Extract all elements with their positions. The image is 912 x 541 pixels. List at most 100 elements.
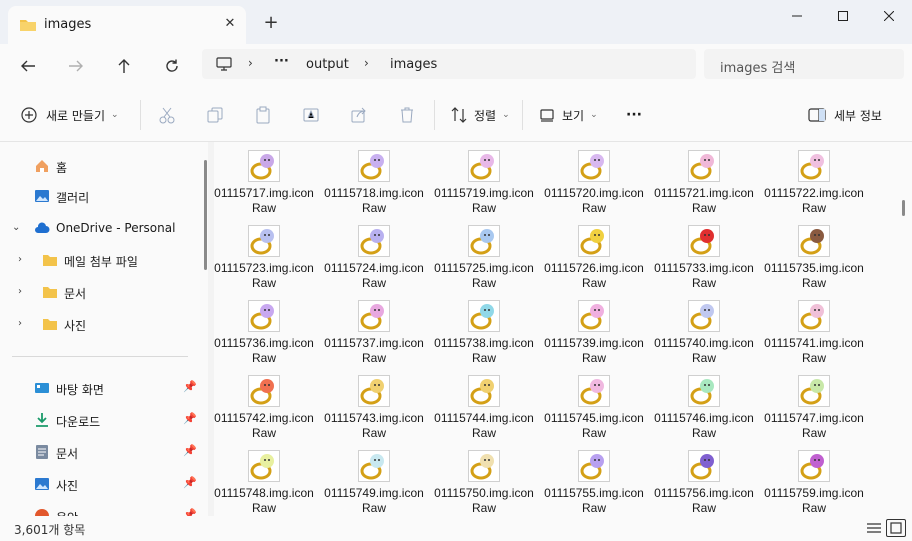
file-item[interactable]: 01115719.img.iconRaw [434, 146, 534, 218]
home-icon [36, 160, 48, 172]
path-box[interactable]: › ··· output › images [202, 49, 696, 79]
sidebar-scrollbar[interactable] [204, 160, 207, 270]
new-button[interactable]: 새로 만들기 ⌄ [20, 104, 119, 126]
folder-icon [43, 255, 57, 266]
file-item[interactable]: 01115735.img.iconRaw [764, 221, 864, 293]
chevron-right-icon[interactable]: › [18, 286, 22, 297]
sidebar-item-music[interactable]: 음악 📌 [0, 502, 200, 516]
file-item[interactable]: 01115740.img.iconRaw [654, 296, 754, 368]
tab-close-icon[interactable]: ✕ [220, 14, 240, 34]
sidebar-item-downloads[interactable]: 다운로드 📌 [0, 406, 200, 434]
file-item[interactable]: 01115723.img.iconRaw [214, 221, 314, 293]
sidebar-item-onedrive[interactable]: ⌄ OneDrive - Personal [0, 214, 200, 242]
chevron-down-icon[interactable]: ⌄ [12, 222, 20, 233]
chevron-right-icon: › [248, 56, 253, 70]
gallery-icon [35, 190, 49, 202]
file-item[interactable]: 01115759.img.iconRaw [764, 446, 864, 516]
pin-icon[interactable]: 📌 [183, 412, 197, 426]
sort-button[interactable]: 정렬 ⌄ [450, 104, 510, 126]
arrow-right-icon [69, 60, 83, 72]
crumb-images[interactable]: images [390, 57, 437, 72]
file-item[interactable]: 01115739.img.iconRaw [544, 296, 644, 368]
file-name: 01115756.img.iconRaw [654, 486, 754, 515]
large-icons-view-button[interactable] [886, 519, 906, 537]
file-item[interactable]: 01115733.img.iconRaw [654, 221, 754, 293]
cut-icon[interactable] [156, 104, 178, 126]
file-name: 01115755.img.iconRaw [544, 486, 644, 515]
file-name: 01115744.img.iconRaw [434, 411, 534, 440]
item-count: 3,601개 항목 [14, 523, 86, 537]
sidebar-item-onedrive-pictures[interactable]: › 사진 [0, 310, 200, 338]
file-name: 01115747.img.iconRaw [764, 411, 864, 440]
file-item[interactable]: 01115756.img.iconRaw [654, 446, 754, 516]
up-button[interactable] [110, 52, 138, 80]
paste-icon[interactable] [252, 104, 274, 126]
tab-images[interactable]: images ✕ [8, 6, 246, 44]
file-name: 01115720.img.iconRaw [544, 186, 644, 215]
rename-icon[interactable] [300, 104, 322, 126]
forward-button[interactable] [62, 52, 90, 80]
content-scrollbar[interactable] [902, 200, 905, 216]
pin-icon[interactable]: 📌 [183, 380, 197, 394]
file-item[interactable]: 01115742.img.iconRaw [214, 371, 314, 443]
details-pane-button[interactable]: 세부 정보 [808, 104, 882, 126]
file-item[interactable]: 01115738.img.iconRaw [434, 296, 534, 368]
pin-icon[interactable]: 📌 [183, 444, 197, 458]
file-item[interactable]: 01115749.img.iconRaw [324, 446, 424, 516]
file-item[interactable]: 01115755.img.iconRaw [544, 446, 644, 516]
sidebar-item-pictures[interactable]: 사진 📌 [0, 470, 200, 498]
file-item[interactable]: 01115744.img.iconRaw [434, 371, 534, 443]
command-bar: 새로 만들기 ⌄ 정렬 ⌄ 보기 ⌄ ··· 세부 정보 [0, 86, 912, 142]
file-item[interactable]: 01115737.img.iconRaw [324, 296, 424, 368]
share-icon[interactable] [348, 104, 370, 126]
file-item[interactable]: 01115745.img.iconRaw [544, 371, 644, 443]
back-button[interactable] [14, 52, 42, 80]
crumb-overflow[interactable]: ··· [274, 54, 289, 69]
ring-icon [688, 150, 720, 182]
file-name: 01115726.img.iconRaw [544, 261, 644, 290]
crumb-output[interactable]: output [306, 57, 349, 72]
delete-icon[interactable] [396, 104, 418, 126]
status-bar: 3,601개 항목 [0, 516, 912, 541]
pin-icon[interactable]: 📌 [183, 508, 197, 516]
more-options-button[interactable]: ··· [626, 104, 642, 126]
file-item[interactable]: 01115750.img.iconRaw [434, 446, 534, 516]
pin-icon[interactable]: 📌 [183, 476, 197, 490]
file-item[interactable]: 01115741.img.iconRaw [764, 296, 864, 368]
file-item[interactable]: 01115725.img.iconRaw [434, 221, 534, 293]
search-placeholder: images 검색 [720, 61, 796, 76]
sidebar-item-desktop[interactable]: 바탕 화면 📌 [0, 374, 200, 402]
new-tab-button[interactable]: + [260, 12, 282, 34]
grid-view-icon [890, 522, 902, 534]
sidebar-item-home[interactable]: 홈 [0, 152, 200, 180]
sidebar-item-gallery[interactable]: 갤러리 [0, 182, 200, 210]
chevron-right-icon[interactable]: › [18, 254, 22, 265]
file-item[interactable]: 01115721.img.iconRaw [654, 146, 754, 218]
file-item[interactable]: 01115720.img.iconRaw [544, 146, 644, 218]
refresh-button[interactable] [158, 52, 186, 80]
view-button[interactable]: 보기 ⌄ [538, 104, 598, 126]
sidebar-item-mail-attachments[interactable]: › 메일 첨부 파일 [0, 246, 200, 274]
copy-icon[interactable] [204, 104, 226, 126]
file-item[interactable]: 01115722.img.iconRaw [764, 146, 864, 218]
file-item[interactable]: 01115747.img.iconRaw [764, 371, 864, 443]
sidebar-item-documents[interactable]: 문서 📌 [0, 438, 200, 466]
file-item[interactable]: 01115726.img.iconRaw [544, 221, 644, 293]
file-item[interactable]: 01115724.img.iconRaw [324, 221, 424, 293]
details-view-button[interactable] [864, 519, 884, 537]
file-item[interactable]: 01115736.img.iconRaw [214, 296, 314, 368]
file-item[interactable]: 01115718.img.iconRaw [324, 146, 424, 218]
minimize-button[interactable] [774, 0, 820, 32]
sidebar-item-onedrive-documents[interactable]: › 문서 [0, 278, 200, 306]
maximize-button[interactable] [820, 0, 866, 32]
file-item[interactable]: 01115717.img.iconRaw [214, 146, 314, 218]
file-item[interactable]: 01115743.img.iconRaw [324, 371, 424, 443]
ring-icon [688, 225, 720, 257]
file-item[interactable]: 01115748.img.iconRaw [214, 446, 314, 516]
close-button[interactable] [866, 0, 912, 32]
search-input[interactable]: images 검색 [704, 49, 904, 79]
file-item[interactable]: 01115746.img.iconRaw [654, 371, 754, 443]
ring-icon [468, 375, 500, 407]
chevron-right-icon[interactable]: › [18, 318, 22, 329]
arrow-left-icon [21, 60, 35, 72]
